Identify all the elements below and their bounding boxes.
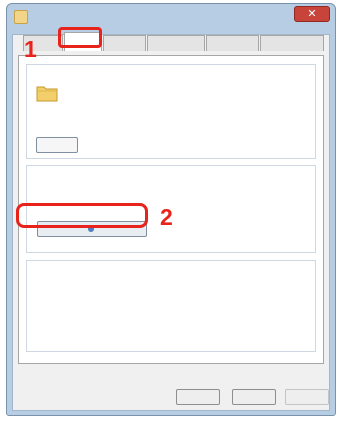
sharing-tab-highlight bbox=[58, 27, 102, 48]
tab-previous-versions[interactable] bbox=[147, 35, 205, 51]
advanced-button-highlight bbox=[16, 203, 148, 228]
step-one-callout: 1 bbox=[24, 36, 37, 62]
title-bar[interactable]: ✕ bbox=[7, 4, 335, 30]
group-title bbox=[32, 263, 302, 273]
network-sharing-group bbox=[26, 64, 316, 159]
folder-icon bbox=[14, 10, 28, 24]
tab-extra[interactable] bbox=[260, 35, 324, 51]
cancel-button[interactable] bbox=[232, 389, 276, 405]
window-title bbox=[34, 10, 266, 24]
password-protection-group bbox=[26, 260, 316, 352]
group-title bbox=[32, 67, 302, 77]
share-button[interactable] bbox=[36, 137, 78, 153]
group-title bbox=[32, 168, 302, 178]
ok-button[interactable] bbox=[176, 389, 220, 405]
close-button[interactable]: ✕ bbox=[294, 6, 330, 22]
tab-customize[interactable] bbox=[206, 35, 259, 51]
apply-button[interactable] bbox=[285, 389, 329, 405]
tab-security[interactable] bbox=[103, 35, 146, 51]
shared-folder-icon bbox=[36, 86, 58, 102]
step-two-callout: 2 bbox=[160, 204, 173, 230]
